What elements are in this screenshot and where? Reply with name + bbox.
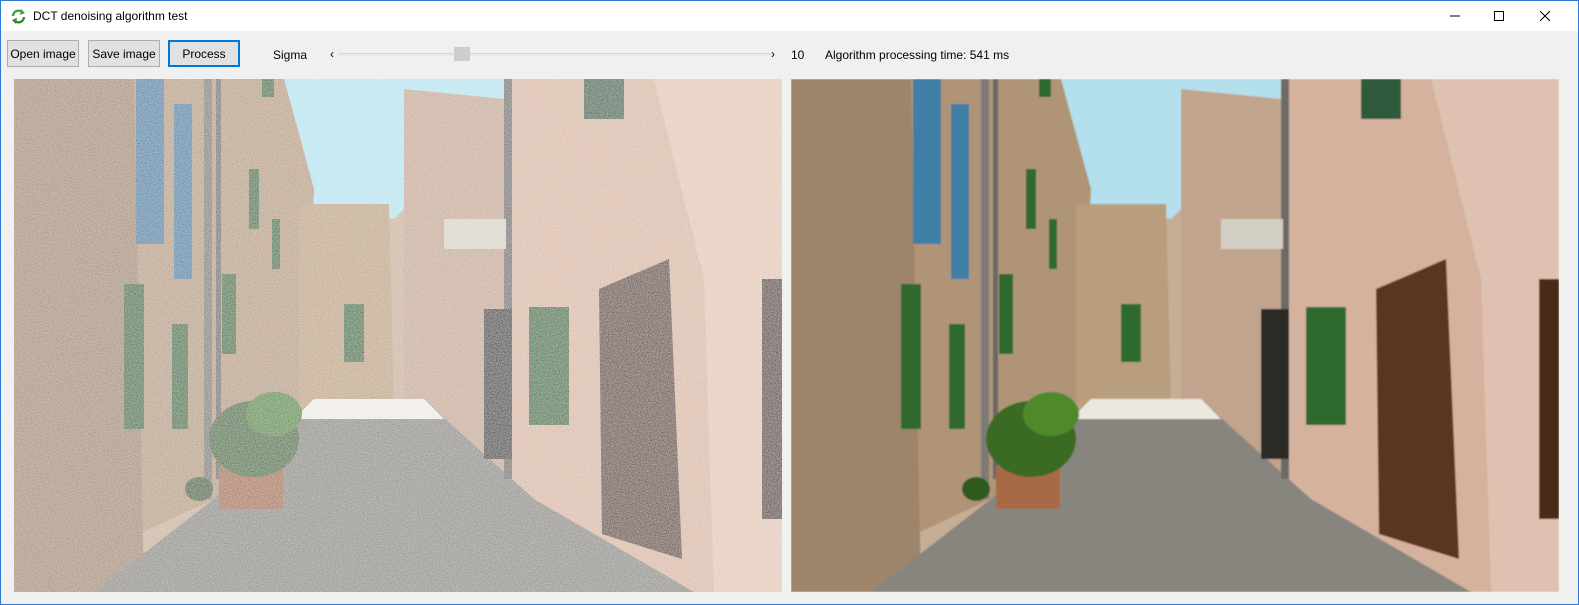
close-icon [1540, 11, 1550, 21]
close-button[interactable] [1522, 1, 1568, 31]
title-bar: DCT denoising algorithm test [1, 1, 1578, 31]
minimize-button[interactable] [1432, 1, 1478, 31]
process-button[interactable]: Process [168, 40, 240, 67]
minimize-icon [1450, 15, 1460, 17]
slider-track[interactable] [339, 53, 771, 56]
window-title: DCT denoising algorithm test [33, 9, 188, 23]
processed-image-panel [791, 79, 1559, 592]
slider-left-arrow-icon[interactable]: ‹ [330, 47, 334, 61]
app-icon [11, 9, 26, 24]
slider-thumb[interactable] [454, 47, 470, 61]
open-image-button[interactable]: Open image [7, 40, 79, 67]
maximize-icon [1494, 11, 1504, 21]
processing-time-label: Algorithm processing time: 541 ms [825, 48, 1010, 62]
slider-right-arrow-icon[interactable]: › [771, 47, 775, 61]
sigma-label: Sigma [273, 48, 308, 62]
maximize-button[interactable] [1476, 1, 1522, 31]
processed-image [791, 79, 1559, 592]
save-image-button[interactable]: Save image [88, 40, 160, 67]
sigma-value: 10 [791, 48, 805, 62]
toolbar: Open image Save image Process Sigma ‹ › … [1, 31, 1578, 75]
original-image [14, 79, 782, 592]
app-window: DCT denoising algorithm test Open image … [0, 0, 1579, 605]
original-image-panel [14, 79, 782, 592]
